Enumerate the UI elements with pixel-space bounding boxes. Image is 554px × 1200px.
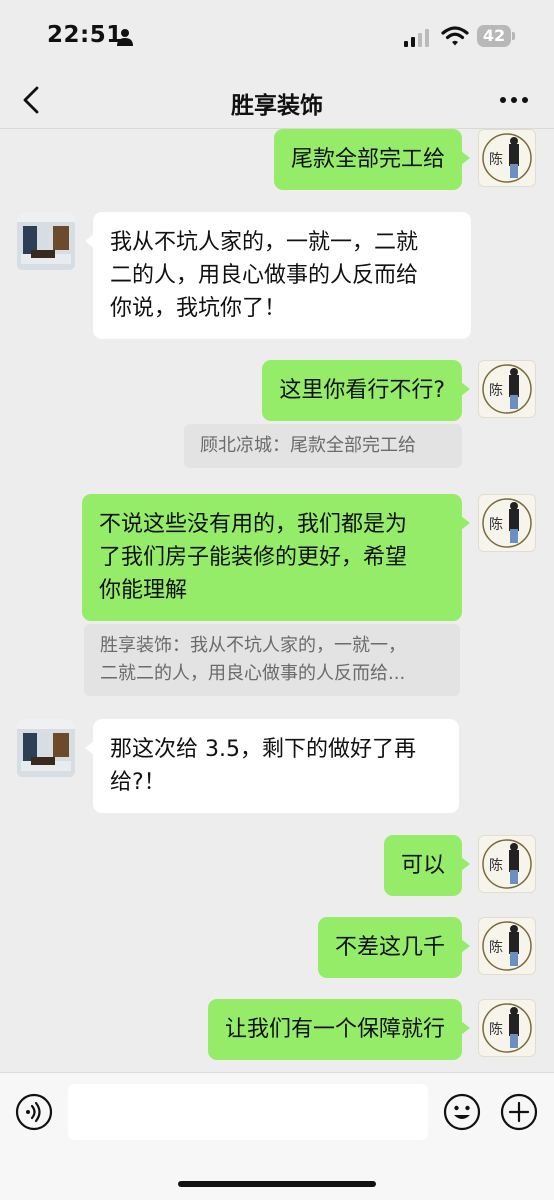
chat-title: 胜享装饰 bbox=[231, 93, 323, 119]
message-line: 让我们有一个保障就行 bbox=[224, 1017, 445, 1042]
person-icon bbox=[117, 29, 133, 46]
status-bar: 22:51 42 bbox=[0, 0, 554, 72]
more-dots-icon[interactable] bbox=[498, 88, 530, 112]
battery-level: 42 bbox=[477, 25, 511, 47]
my-avatar[interactable]: 陈 bbox=[478, 129, 536, 187]
message-line: 二的人，用良心做事的人反而给 bbox=[110, 263, 419, 288]
my-avatar[interactable]: 陈 bbox=[478, 917, 536, 975]
message-bubble[interactable]: 可以 bbox=[383, 835, 471, 896]
room-photo-icon bbox=[17, 719, 75, 777]
message-line: 那这次给 3.5，剩下的做好了再 bbox=[110, 737, 416, 762]
seal-avatar-icon: 陈 bbox=[482, 498, 532, 548]
seal-char: 陈 bbox=[489, 1021, 503, 1038]
status-time: 22:51 bbox=[47, 22, 123, 48]
message-bubble[interactable]: 不差这几千 bbox=[317, 917, 471, 978]
wifi-icon bbox=[441, 26, 469, 46]
seal-char: 陈 bbox=[489, 939, 503, 956]
quote-line: 二就二的人，用良心做事的人反而给... bbox=[100, 663, 406, 684]
message-line: 你说，我坑你了！ bbox=[110, 296, 287, 321]
message-line: 了我们房子能装修的更好，希望 bbox=[99, 545, 408, 570]
message-line: 可以 bbox=[400, 853, 445, 878]
seal-avatar-icon: 陈 bbox=[482, 364, 532, 414]
chat-area[interactable]: 陈 尾款全部完工给 我从不坑人家的，一就一，二就 二的人，用良心做事的人反而给 … bbox=[0, 129, 554, 1072]
message-bubble[interactable]: 尾款全部完工给 bbox=[273, 129, 471, 190]
contact-avatar[interactable] bbox=[17, 719, 75, 777]
message-line: 尾款全部完工给 bbox=[290, 147, 445, 172]
message-line: 你能理解 bbox=[99, 578, 188, 603]
message-line: 不差这几千 bbox=[334, 935, 445, 960]
seal-avatar-icon: 陈 bbox=[482, 133, 532, 183]
cellular-signal-icon bbox=[404, 29, 429, 47]
seal-avatar-icon: 陈 bbox=[482, 1003, 532, 1053]
seal-char: 陈 bbox=[489, 151, 503, 168]
seal-char: 陈 bbox=[489, 516, 503, 533]
quote-line: 顾北凉城：尾款全部完工给 bbox=[200, 435, 416, 456]
message-bubble[interactable]: 不说这些没有用的，我们都是为 了我们房子能装修的更好，希望 你能理解 bbox=[82, 494, 470, 621]
message-bubble[interactable]: 我从不坑人家的，一就一，二就 二的人，用良心做事的人反而给 你说，我坑你了！ bbox=[85, 212, 471, 339]
my-avatar[interactable]: 陈 bbox=[478, 835, 536, 893]
emoji-icon[interactable] bbox=[443, 1093, 481, 1131]
seal-char: 陈 bbox=[489, 382, 503, 399]
room-photo-icon bbox=[17, 212, 75, 270]
message-line: 我从不坑人家的，一就一，二就 bbox=[110, 230, 419, 255]
quoted-message[interactable]: 胜享装饰：我从不坑人家的，一就一， 二就二的人，用良心做事的人反而给... bbox=[84, 624, 460, 696]
voice-icon[interactable] bbox=[15, 1093, 53, 1131]
quote-line: 胜享装饰：我从不坑人家的，一就一， bbox=[100, 635, 406, 656]
message-input[interactable] bbox=[68, 1084, 428, 1140]
my-avatar[interactable]: 陈 bbox=[478, 494, 536, 552]
message-bubble[interactable]: 让我们有一个保障就行 bbox=[207, 999, 471, 1060]
message-line: 给?！ bbox=[110, 770, 166, 795]
seal-avatar-icon: 陈 bbox=[482, 839, 532, 889]
my-avatar[interactable]: 陈 bbox=[478, 360, 536, 418]
message-bubble[interactable]: 这里你看行不行? bbox=[262, 360, 470, 421]
seal-avatar-icon: 陈 bbox=[482, 921, 532, 971]
seal-char: 陈 bbox=[489, 857, 503, 874]
nav-bar: 胜享装饰 bbox=[0, 72, 554, 128]
contact-avatar[interactable] bbox=[17, 212, 75, 270]
quoted-message[interactable]: 顾北凉城：尾款全部完工给 bbox=[184, 424, 462, 468]
plus-icon[interactable] bbox=[500, 1093, 538, 1131]
my-avatar[interactable]: 陈 bbox=[478, 999, 536, 1057]
battery-indicator: 42 bbox=[477, 25, 517, 47]
message-line: 这里你看行不行? bbox=[279, 378, 445, 403]
home-indicator bbox=[178, 1181, 376, 1187]
message-bubble[interactable]: 那这次给 3.5，剩下的做好了再 给?！ bbox=[85, 719, 459, 813]
message-line: 不说这些没有用的，我们都是为 bbox=[99, 512, 408, 537]
